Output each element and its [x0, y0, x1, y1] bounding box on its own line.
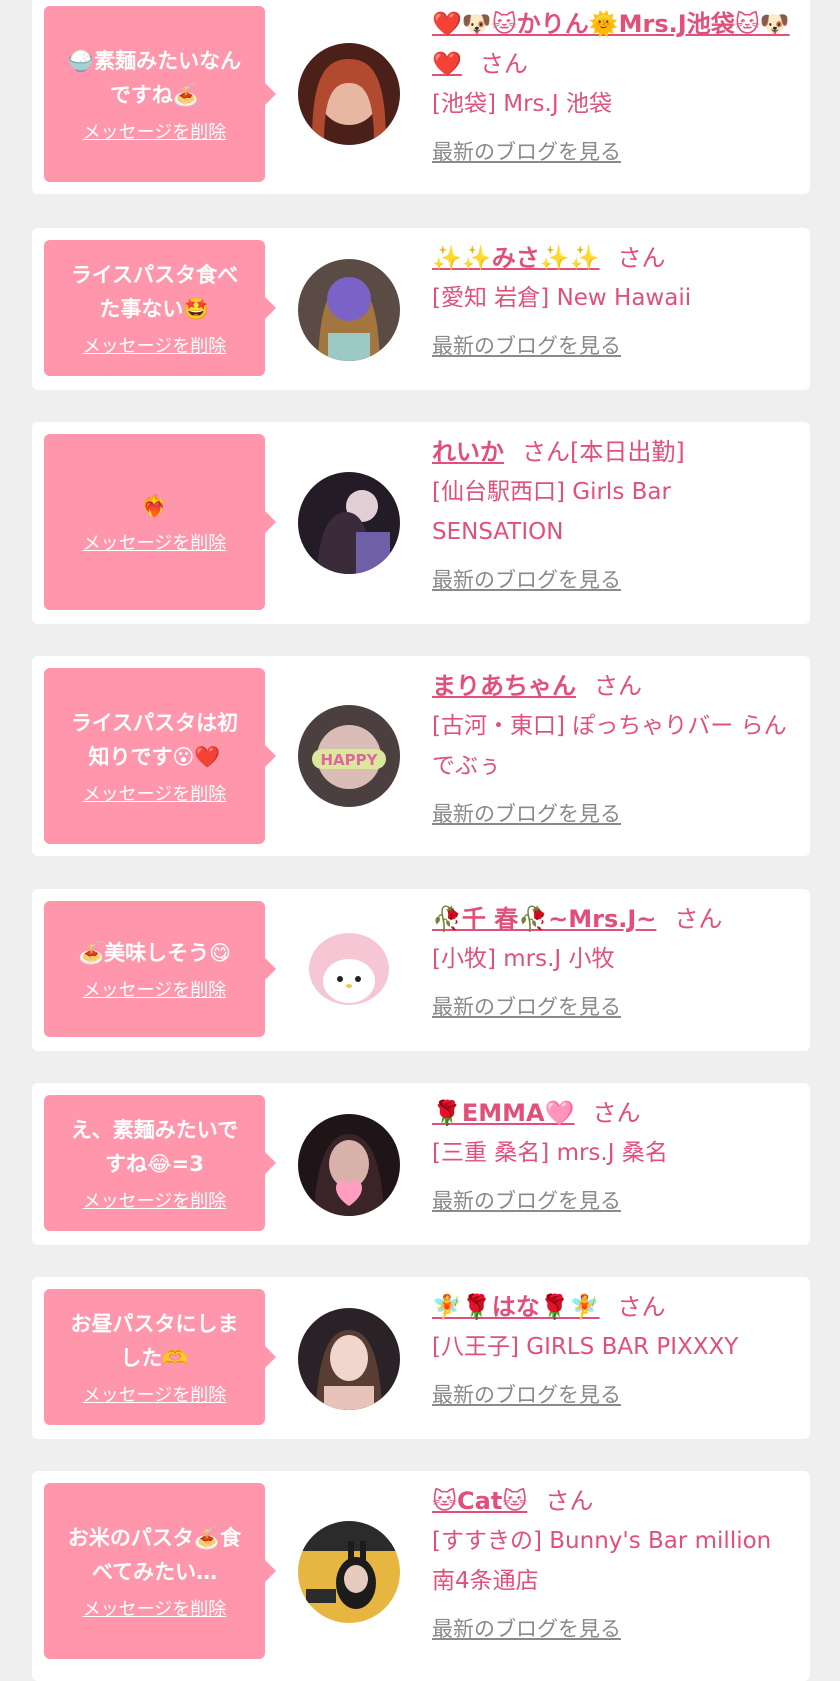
- list-item: ライスパスタは初 知りです😮❤️ メッセージを削除 HAPPY まりあちゃん さん…: [32, 656, 810, 856]
- name-line: 🐱Cat🐱 さん: [432, 1481, 800, 1521]
- delete-message-link[interactable]: メッセージを削除: [83, 1381, 227, 1407]
- delete-message-link[interactable]: メッセージを削除: [83, 332, 227, 358]
- message-bubble: お昼パスタにしま した🫶 メッセージを削除: [44, 1289, 276, 1425]
- shop-name: [八王子] GIRLS BAR PIXXXY: [432, 1334, 739, 1360]
- shop-name: [仙台駅西口] Girls Bar SENSATION: [432, 479, 671, 545]
- user-name-link[interactable]: れいか: [432, 438, 504, 466]
- avatar[interactable]: [298, 1521, 400, 1623]
- name-line: 🧚🌹はな🌹🧚 さん: [432, 1287, 800, 1327]
- message-bubble: ❤️‍🔥 メッセージを削除: [44, 434, 276, 610]
- avatar[interactable]: [298, 43, 400, 145]
- user-name-link[interactable]: まりあちゃん: [432, 672, 576, 700]
- message-text: え、素麺みたいで すね😂=3: [70, 1118, 239, 1176]
- message-text: ❤️‍🔥: [141, 494, 168, 518]
- latest-blog-link[interactable]: 最新のブログを見る: [432, 1379, 621, 1409]
- avatar[interactable]: [298, 1114, 400, 1216]
- user-name-link[interactable]: 🌹EMMA🩷: [432, 1099, 575, 1127]
- user-info: れいか さん[本日出勤] [仙台駅西口] Girls Bar SENSATION …: [432, 432, 800, 594]
- delete-message-link[interactable]: メッセージを削除: [83, 1595, 227, 1621]
- message-bubble: お米のパスタ🍝食 べてみたい… メッセージを削除: [44, 1483, 276, 1659]
- latest-blog-link[interactable]: 最新のブログを見る: [432, 136, 621, 166]
- delete-message-link[interactable]: メッセージを削除: [83, 529, 227, 555]
- honorific: さん[本日出勤]: [522, 438, 685, 466]
- list-item: 🍚素麺みたいなん ですね🍝 メッセージを削除 ❤️🐶🐱かりん🌞Mrs.J池袋🐱🐶…: [32, 0, 810, 194]
- user-name-link[interactable]: 🐱Cat🐱: [432, 1487, 527, 1515]
- shop-name: [古河・東口] ぽっちゃりバー らんでぶぅ: [432, 713, 787, 779]
- list-item: お米のパスタ🍝食 べてみたい… メッセージを削除 🐱Cat🐱 さん [すすきの] …: [32, 1471, 810, 1681]
- user-info: 🐱Cat🐱 さん [すすきの] Bunny's Bar million 南4条通店…: [432, 1481, 800, 1643]
- message-text: お昼パスタにしま した🫶: [70, 1312, 239, 1370]
- list-item: ❤️‍🔥 メッセージを削除 れいか さん[本日出勤] [仙台駅西口] Girls …: [32, 422, 810, 624]
- user-info: ❤️🐶🐱かりん🌞Mrs.J池袋🐱🐶❤️ さん [池袋] Mrs.J 池袋 最新のブ…: [432, 4, 800, 166]
- message-text: 🍝美味しそう😋: [77, 941, 232, 965]
- avatar[interactable]: [298, 1308, 400, 1410]
- message-bubble: 🍝美味しそう😋 メッセージを削除: [44, 901, 276, 1037]
- shop-name: [愛知 岩倉] New Hawaii: [432, 285, 692, 311]
- latest-blog-link[interactable]: 最新のブログを見る: [432, 1185, 621, 1215]
- honorific: さん: [674, 905, 723, 933]
- svg-text:HAPPY: HAPPY: [320, 751, 378, 769]
- latest-blog-link[interactable]: 最新のブログを見る: [432, 798, 621, 828]
- honorific: さん: [617, 244, 666, 272]
- latest-blog-link[interactable]: 最新のブログを見る: [432, 564, 621, 594]
- avatar[interactable]: [298, 259, 400, 361]
- list-item: ライスパスタ食べ た事ない🤩 メッセージを削除 ✨✨みさ✨✨ さん [愛知 岩倉]…: [32, 228, 810, 390]
- message-bubble: ライスパスタ食べ た事ない🤩 メッセージを削除: [44, 240, 276, 376]
- user-name-link[interactable]: 🧚🌹はな🌹🧚: [432, 1293, 600, 1321]
- user-name-link[interactable]: ✨✨みさ✨✨: [432, 244, 600, 272]
- avatar[interactable]: [298, 472, 400, 574]
- list-item: お昼パスタにしま した🫶 メッセージを削除 🧚🌹はな🌹🧚 さん [八王子] GIR…: [32, 1277, 810, 1439]
- message-text: 🍚素麺みたいなん ですね🍝: [67, 49, 242, 107]
- list-item: え、素麺みたいで すね😂=3 メッセージを削除 🌹EMMA🩷 さん [三重 桑名]…: [32, 1083, 810, 1245]
- user-info: ✨✨みさ✨✨ さん [愛知 岩倉] New Hawaii 最新のブログを見る: [432, 238, 800, 360]
- name-line: ❤️🐶🐱かりん🌞Mrs.J池袋🐱🐶❤️ さん: [432, 4, 800, 84]
- message-bubble: 🍚素麺みたいなん ですね🍝 メッセージを削除: [44, 6, 276, 182]
- list-item: 🍝美味しそう😋 メッセージを削除 🥀千 春🥀~Mrs.J~ さん [小牧] mrs…: [32, 889, 810, 1051]
- latest-blog-link[interactable]: 最新のブログを見る: [432, 330, 621, 360]
- name-line: 🌹EMMA🩷 さん: [432, 1093, 800, 1133]
- user-info: 🧚🌹はな🌹🧚 さん [八王子] GIRLS BAR PIXXXY 最新のブログを見…: [432, 1287, 800, 1409]
- name-line: 🥀千 春🥀~Mrs.J~ さん: [432, 899, 800, 939]
- shop-name: [三重 桑名] mrs.J 桑名: [432, 1140, 668, 1166]
- avatar[interactable]: HAPPY: [298, 705, 400, 807]
- shop-name: [池袋] Mrs.J 池袋: [432, 91, 612, 117]
- message-text: お米のパスタ🍝食 べてみたい…: [67, 1526, 242, 1584]
- name-line: ✨✨みさ✨✨ さん: [432, 238, 800, 278]
- message-bubble: え、素麺みたいで すね😂=3 メッセージを削除: [44, 1095, 276, 1231]
- name-line: まりあちゃん さん: [432, 666, 800, 706]
- delete-message-link[interactable]: メッセージを削除: [83, 780, 227, 806]
- user-info: 🥀千 春🥀~Mrs.J~ さん [小牧] mrs.J 小牧 最新のブログを見る: [432, 899, 800, 1021]
- delete-message-link[interactable]: メッセージを削除: [83, 976, 227, 1002]
- message-text: ライスパスタ食べ た事ない🤩: [70, 263, 239, 321]
- delete-message-link[interactable]: メッセージを削除: [83, 1187, 227, 1213]
- delete-message-link[interactable]: メッセージを削除: [83, 118, 227, 144]
- shop-name: [小牧] mrs.J 小牧: [432, 946, 615, 972]
- honorific: さん: [617, 1293, 666, 1321]
- honorific: さん: [479, 50, 528, 78]
- latest-blog-link[interactable]: 最新のブログを見る: [432, 991, 621, 1021]
- message-bubble: ライスパスタは初 知りです😮❤️ メッセージを削除: [44, 668, 276, 844]
- honorific: さん: [545, 1487, 594, 1515]
- shop-name: [すすきの] Bunny's Bar million 南4条通店: [432, 1528, 772, 1594]
- user-name-link[interactable]: 🥀千 春🥀~Mrs.J~: [432, 905, 656, 933]
- avatar[interactable]: [298, 919, 400, 1021]
- user-info: まりあちゃん さん [古河・東口] ぽっちゃりバー らんでぶぅ 最新のブログを見る: [432, 666, 800, 828]
- message-list: 🍚素麺みたいなん ですね🍝 メッセージを削除 ❤️🐶🐱かりん🌞Mrs.J池袋🐱🐶…: [0, 0, 840, 1681]
- honorific: さん: [592, 1099, 641, 1127]
- honorific: さん: [594, 672, 642, 700]
- user-info: 🌹EMMA🩷 さん [三重 桑名] mrs.J 桑名 最新のブログを見る: [432, 1093, 800, 1215]
- latest-blog-link[interactable]: 最新のブログを見る: [432, 1613, 621, 1643]
- name-line: れいか さん[本日出勤]: [432, 432, 800, 472]
- message-text: ライスパスタは初 知りです😮❤️: [70, 711, 239, 769]
